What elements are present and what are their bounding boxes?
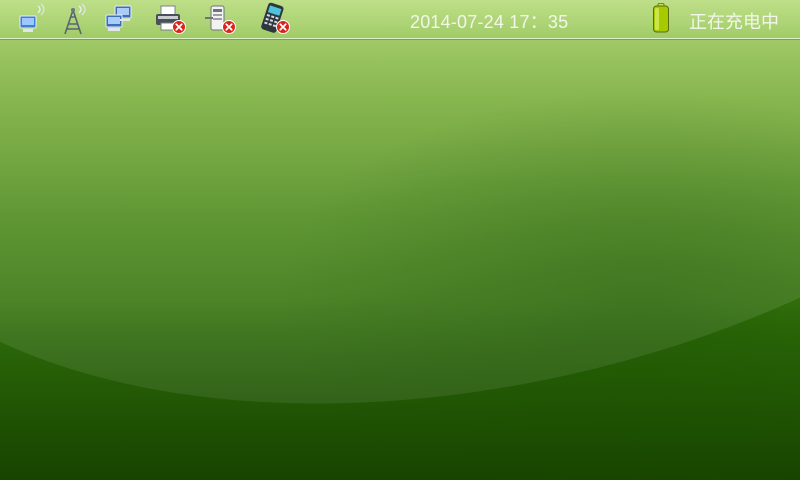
lan-computers-icon[interactable] — [102, 2, 136, 36]
pos-terminal-icon[interactable] — [256, 2, 290, 36]
desktop-background — [0, 0, 800, 480]
error-badge-icon — [172, 20, 186, 34]
status-bar: 2014-07-24 17：35 正在充电中 — [0, 0, 800, 39]
charging-status-label: 正在充电中 — [689, 12, 779, 33]
printer-icon[interactable] — [152, 2, 186, 36]
datetime-display: 2014-07-24 17：35 — [410, 12, 569, 32]
card-reader-icon[interactable] — [202, 2, 236, 36]
wireless-tower-icon[interactable] — [56, 2, 90, 36]
battery-icon[interactable] — [652, 3, 670, 33]
network-computer-icon[interactable] — [14, 2, 48, 36]
error-badge-icon — [276, 20, 290, 34]
error-badge-icon — [222, 20, 236, 34]
